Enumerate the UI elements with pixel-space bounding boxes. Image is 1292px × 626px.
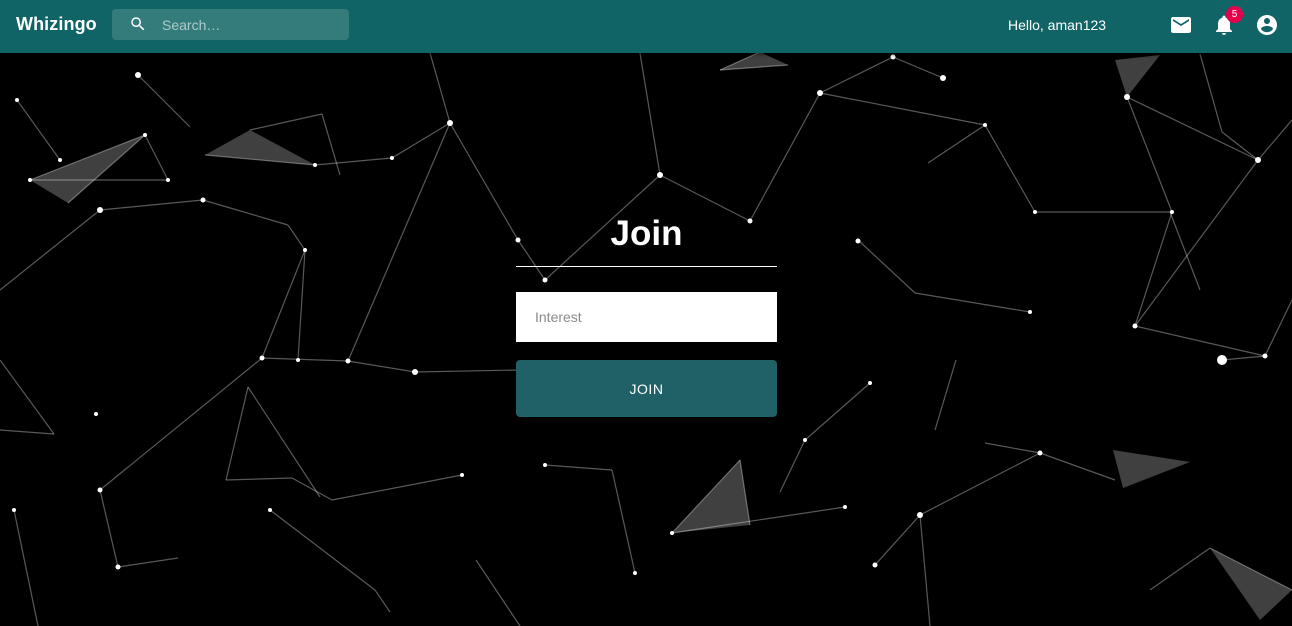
join-form: Join JOIN [516,210,777,417]
join-heading: Join [610,214,683,253]
search-icon [131,17,145,31]
notification-count-badge: 5 [1226,6,1243,23]
mail-icon [1171,17,1191,33]
account-circle-icon [1257,15,1277,35]
search-input[interactable] [162,9,342,40]
interest-input[interactable] [516,292,777,342]
mail-button[interactable] [1169,13,1193,37]
app-bar: Whizingo Hello, aman123 5 [0,0,1292,53]
user-greeting: Hello, aman123 [1008,17,1107,33]
brand-title[interactable]: Whizingo [16,14,97,35]
join-button[interactable]: JOIN [516,360,777,417]
search-box[interactable] [112,9,349,40]
account-button[interactable] [1255,13,1279,37]
heading-divider [516,266,777,267]
